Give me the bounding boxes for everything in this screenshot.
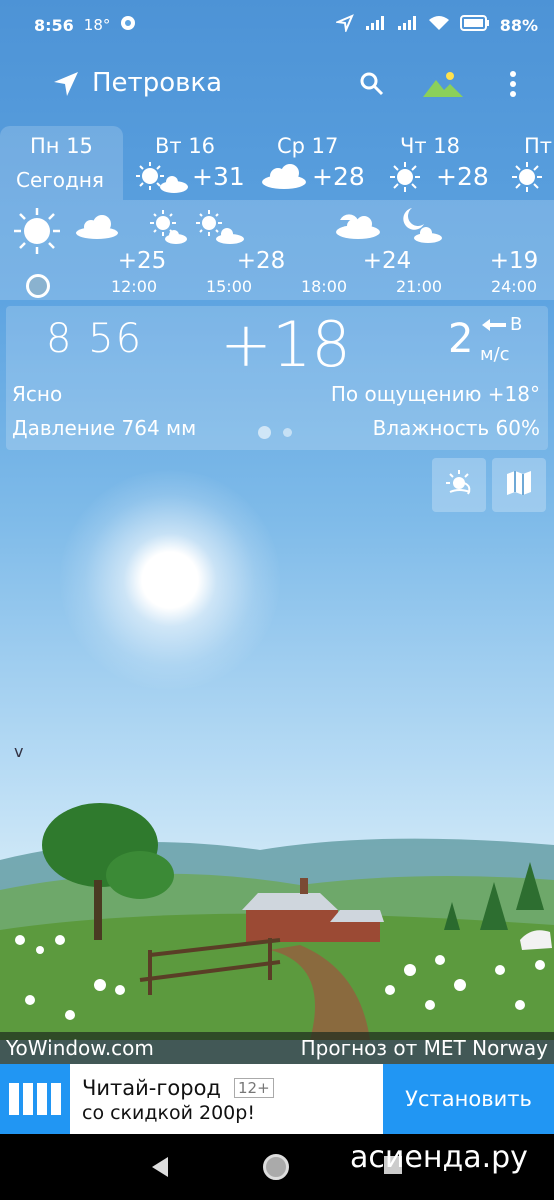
watermark-text: асиенда.ру — [350, 1140, 528, 1175]
sun-icon — [510, 160, 544, 198]
day-name: Ср 17 — [277, 134, 339, 158]
status-temp: 18° — [83, 16, 111, 34]
day-tab-wed[interactable]: Ср 17 +28 — [258, 126, 378, 200]
wind-speed: 2 — [448, 316, 474, 362]
cloud-icon — [260, 160, 308, 194]
search-icon[interactable] — [358, 70, 386, 102]
hour-time: 24:00 — [490, 277, 538, 296]
hour-temp: +24 — [362, 248, 412, 274]
hourly-forecast: +25 12:00 +28 15:00 18:00 +24 21:00 +19 … — [0, 200, 554, 300]
weather-effects-button[interactable] — [432, 458, 486, 512]
landscape-icon[interactable] — [422, 70, 464, 102]
ad-app-logo — [0, 1064, 70, 1134]
app-header: Петровка — [0, 56, 554, 112]
credits-bar: YoWindow.com Прогноз от MET Norway — [0, 1032, 554, 1064]
ad-age-rating: 12+ — [234, 1078, 274, 1098]
day-temp: +28 — [436, 162, 489, 191]
page-dot — [283, 428, 292, 437]
day-tab-fri[interactable]: Пт — [510, 126, 554, 200]
day-name: Пт — [524, 134, 553, 158]
sun-cloud-icon — [148, 208, 188, 250]
hour-time: 15:00 — [205, 277, 253, 296]
status-bar: 8:56 18° 88% — [0, 0, 554, 50]
ad-banner[interactable]: Читай-город 12+ со скидкой 200р! Установ… — [0, 1064, 554, 1134]
day-name: Пн 15 — [30, 134, 93, 158]
location-name[interactable]: Петровка — [92, 68, 222, 98]
sun-cloud-icon — [194, 208, 246, 250]
day-tab-thu[interactable]: Чт 18 +28 — [386, 126, 506, 200]
signal-icon — [364, 15, 386, 35]
wind-unit: м/с — [480, 344, 510, 365]
location-arrow-icon — [334, 14, 354, 36]
moon-cloud-icon — [398, 206, 444, 250]
location-icon[interactable] — [52, 70, 80, 102]
current-weather-panel[interactable]: 8 56 +18 2 В м/с Ясно По ощущению +18° Д… — [6, 306, 548, 450]
hour-time: 18:00 — [300, 277, 348, 296]
chrome-icon — [120, 15, 136, 35]
day-name: Чт 18 — [400, 134, 461, 158]
day-temp: +31 — [192, 162, 245, 191]
ad-title: Читай-город — [82, 1076, 221, 1100]
forecast-source[interactable]: Прогноз от MET Norway — [301, 1036, 548, 1060]
battery-percent: 88% — [499, 15, 538, 35]
hour-temp: +19 — [489, 248, 539, 274]
current-time-marker — [26, 274, 50, 298]
hour-time: 21:00 — [395, 277, 443, 296]
day-tab-tue[interactable]: Вт 16 +31 — [130, 126, 250, 200]
sun-icon — [388, 160, 422, 198]
landscape-illustration — [0, 803, 554, 1040]
home-icon[interactable] — [263, 1154, 289, 1180]
sun-glow — [60, 470, 280, 690]
map-button[interactable] — [492, 458, 546, 512]
wifi-icon — [428, 15, 450, 35]
day-tab-today[interactable]: Пн 15 Сегодня — [0, 126, 123, 200]
condition-text: Ясно — [12, 382, 63, 406]
sun-cloud-icon — [334, 208, 382, 244]
wind-arrow-icon — [480, 318, 508, 340]
install-button[interactable]: Установить — [383, 1064, 554, 1134]
app-screen: 8:56 18° 88% Петровка Пн 15 Сегодня Вт 1… — [0, 0, 554, 1200]
sun-cloud-icon — [134, 160, 190, 198]
cloud-icon — [74, 212, 120, 244]
hour-time: 12:00 — [110, 277, 158, 296]
back-icon[interactable] — [150, 1156, 170, 1182]
feels-like-text: По ощущению +18° — [330, 382, 540, 406]
day-temp: +28 — [312, 162, 365, 191]
wind-direction: В — [510, 314, 523, 335]
days-forecast: Пн 15 Сегодня Вт 16 +31 Ср 17 +28 Чт 18 … — [0, 126, 554, 200]
hour-temp: +25 — [117, 248, 167, 274]
humidity-text: Влажность 60% — [372, 416, 540, 440]
signal-icon-2 — [396, 15, 418, 35]
more-options-icon[interactable] — [508, 70, 518, 102]
battery-icon — [459, 15, 490, 35]
yowindow-link[interactable]: YoWindow.com — [6, 1036, 154, 1060]
bird-icon: v — [14, 742, 24, 761]
map-icon — [504, 468, 534, 502]
ad-subtitle: со скидкой 200р! — [82, 1102, 255, 1124]
current-temperature: +18 — [220, 308, 351, 381]
page-dot-active — [258, 426, 271, 439]
sun-icon — [12, 206, 62, 260]
status-time: 8:56 — [34, 15, 74, 35]
day-sub: Сегодня — [16, 168, 104, 192]
sun-wind-icon — [444, 468, 474, 502]
page-indicator — [258, 426, 292, 439]
current-clock: 8 56 — [46, 316, 144, 362]
day-name: Вт 16 — [155, 134, 216, 158]
hour-temp: +28 — [236, 248, 286, 274]
pressure-text: Давление 764 мм — [12, 416, 197, 440]
